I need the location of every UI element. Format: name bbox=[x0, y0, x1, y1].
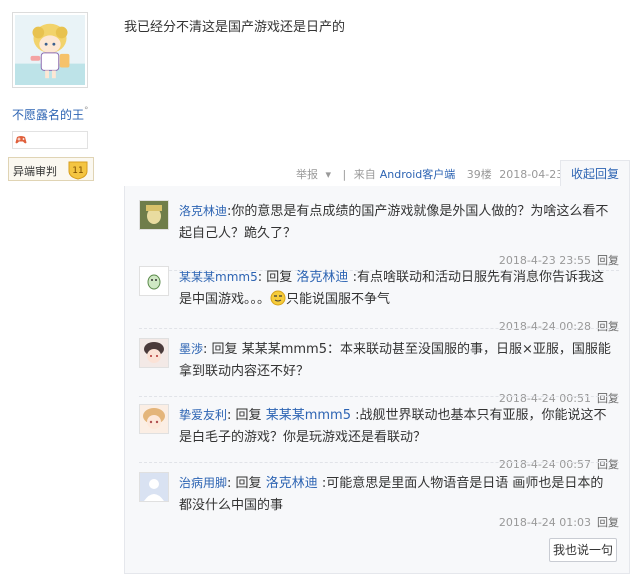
report-link[interactable]: 举报 ▾ bbox=[296, 168, 335, 181]
avatar[interactable] bbox=[139, 404, 169, 434]
divider bbox=[139, 328, 619, 329]
member-level-badge[interactable]: 异端审判 11 bbox=[8, 157, 94, 181]
avatar[interactable] bbox=[139, 266, 169, 296]
post-content: 我已经分不清这是国产游戏还是日产的 bbox=[124, 20, 346, 35]
reply-body: 治病用脚: 回复 洛克林迪 :可能意思是里面人物语音是日语 画师也是日本的 都没… bbox=[179, 472, 613, 517]
reply-username[interactable]: 某某某mmm5 bbox=[179, 270, 258, 284]
author-sidebar: 不愿露名的王° 异端审判 11 bbox=[0, 0, 110, 574]
reply-word: 回复 bbox=[235, 408, 262, 423]
author-name-link[interactable]: 不愿露名的王° bbox=[12, 106, 89, 123]
colon: : bbox=[257, 270, 263, 285]
reply-username[interactable]: 墨渉 bbox=[179, 342, 203, 356]
reply-body: 洛克林迪:你的意思是有点成绩的国产游戏就像是外国人做的？为啥这么看不起自己人？跪… bbox=[179, 200, 613, 245]
reply-button[interactable]: 回复 bbox=[597, 320, 619, 333]
android-client-link[interactable]: Android客户端 bbox=[380, 168, 456, 181]
reply-word: 回复 bbox=[266, 270, 293, 285]
colon: : bbox=[227, 408, 232, 423]
reply-word: 回复 bbox=[235, 476, 262, 491]
reply-text-continued: 只能说国服不争气 bbox=[286, 292, 391, 307]
user-avatar-image bbox=[140, 267, 168, 295]
gamepad-icon bbox=[15, 136, 27, 144]
avatar[interactable] bbox=[139, 200, 169, 230]
reply-username[interactable]: 挚爱友利 bbox=[179, 408, 227, 422]
avatar[interactable] bbox=[139, 472, 169, 502]
user-avatar-image bbox=[140, 339, 168, 367]
list-item: 墨渉: 回复 某某某mmm5：本来联动甚至没国服的事，日服×亚服，国服能拿到联动… bbox=[139, 338, 619, 405]
reply-time: 2018-4-24 01:03 bbox=[498, 516, 591, 529]
reply-panel: 洛克林迪: 你的意思是有点成绩的国产游戏就像是外国人做的？为啥这么看不起自己人？跪… bbox=[124, 186, 630, 574]
reply-body: 某某某mmm5: 回复 洛克林迪 :有点啥联动和活动日服先有消息你告诉我这是中国… bbox=[179, 266, 613, 311]
colon: : bbox=[203, 342, 208, 357]
floor-number: 39楼 bbox=[466, 168, 492, 181]
user-avatar-image bbox=[140, 201, 168, 229]
collapse-replies-button[interactable]: 收起回复 bbox=[560, 160, 630, 186]
reply-button[interactable]: 回复 bbox=[597, 516, 619, 529]
reply-target-link[interactable]: 洛克林迪 bbox=[266, 476, 318, 491]
colon: : bbox=[227, 476, 232, 491]
post-tail: 举报 ▾ | 来自 Android客户端 39楼 2018-04-23 22:54 bbox=[296, 166, 602, 182]
reply-target-link[interactable]: 某某某mmm5 bbox=[266, 408, 351, 423]
reply-username[interactable]: 洛克林迪 bbox=[179, 204, 227, 218]
author-name-suffix: ° bbox=[84, 106, 89, 116]
divider bbox=[139, 462, 619, 463]
client-source: 来自 Android客户端 bbox=[353, 168, 456, 181]
avatar[interactable] bbox=[139, 338, 169, 368]
default-avatar-icon bbox=[140, 473, 168, 501]
reply-body: 墨渉: 回复 某某某mmm5：本来联动甚至没国服的事，日服×亚服，国服能拿到联动… bbox=[179, 338, 613, 383]
reply-username[interactable]: 治病用脚 bbox=[179, 476, 227, 490]
reply-meta: 2018-4-24 01:03 回复 bbox=[499, 514, 619, 530]
reply-target-link[interactable]: 洛克林迪 bbox=[296, 270, 348, 285]
smiley-icon bbox=[270, 290, 286, 306]
reply-text: 你的意思是有点成绩的国产游戏就像是外国人做的？为啥这么看不起自己人？跪久了？ bbox=[179, 204, 609, 241]
chevron-down-icon[interactable]: ▾ bbox=[326, 168, 332, 181]
reply-time: 2018-4-24 00:57 bbox=[498, 458, 591, 471]
level-shield-icon: 11 bbox=[68, 161, 88, 180]
level-name: 异端审判 bbox=[13, 165, 57, 178]
list-item: 治病用脚: 回复 洛克林迪 :可能意思是里面人物语音是日语 画师也是日本的 都没… bbox=[139, 472, 619, 532]
list-item: 某某某mmm5: 回复 洛克林迪 :有点啥联动和活动日服先有消息你告诉我这是中国… bbox=[139, 266, 619, 333]
add-reply-button[interactable]: 我也说一句 bbox=[549, 538, 617, 562]
reply-meta: 2018-4-24 00:28 回复 bbox=[499, 318, 619, 334]
list-item: 挚爱友利: 回复 某某某mmm5 :战舰世界联动也基本只有亚服，你能说这不是白毛… bbox=[139, 404, 619, 471]
reply-meta: 2018-4-24 00:57 回复 bbox=[499, 456, 619, 472]
author-avatar[interactable] bbox=[12, 12, 88, 88]
tail-separator: | bbox=[342, 168, 347, 181]
anime-avatar-image bbox=[15, 15, 85, 85]
author-name[interactable]: 不愿露名的王 bbox=[12, 108, 84, 122]
reply-word: 回复 bbox=[211, 342, 238, 357]
user-avatar-image bbox=[140, 405, 168, 433]
reply-body: 挚爱友利: 回复 某某某mmm5 :战舰世界联动也基本只有亚服，你能说这不是白毛… bbox=[179, 404, 613, 449]
list-item: 洛克林迪:你的意思是有点成绩的国产游戏就像是外国人做的？为啥这么看不起自己人？跪… bbox=[139, 200, 619, 267]
reply-button[interactable]: 回复 bbox=[597, 458, 619, 471]
reply-target[interactable]: 某某某mmm5 bbox=[242, 342, 327, 357]
divider bbox=[139, 396, 619, 397]
level-number: 11 bbox=[72, 166, 83, 176]
reply-time: 2018-4-24 00:28 bbox=[498, 320, 591, 333]
game-badge[interactable] bbox=[12, 131, 88, 149]
